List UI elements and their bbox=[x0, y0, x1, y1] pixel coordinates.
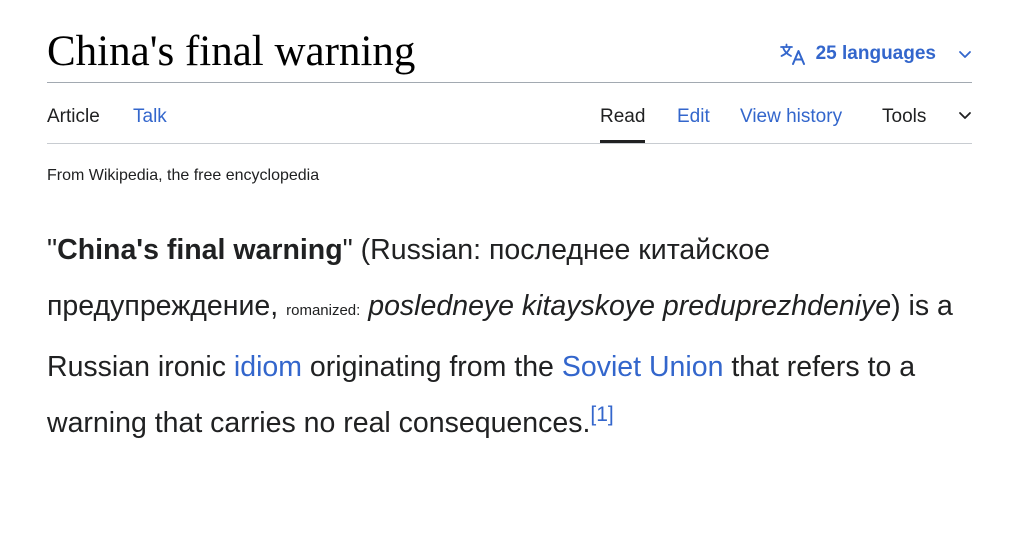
chevron-down-icon bbox=[958, 49, 972, 59]
language-button[interactable]: 25 languages bbox=[779, 40, 972, 68]
lead-paragraph: "China's final warning" (Russian: послед… bbox=[47, 222, 972, 451]
romanization-text: posledneye kitayskoye preduprezhdeniye bbox=[368, 290, 892, 322]
tab-edit[interactable]: Edit bbox=[677, 103, 710, 143]
tab-read[interactable]: Read bbox=[600, 103, 646, 143]
tab-tools[interactable]: Tools bbox=[882, 103, 926, 143]
tab-article[interactable]: Article bbox=[47, 103, 100, 143]
title-bar: China's final warning 25 languages bbox=[47, 22, 972, 83]
romanized-label: romanized: bbox=[286, 302, 361, 319]
soviet-union-link[interactable]: Soviet Union bbox=[562, 351, 724, 383]
idiom-link[interactable]: idiom bbox=[234, 351, 302, 383]
comma-text: , bbox=[270, 290, 287, 322]
article-subject: China's final warning bbox=[57, 234, 343, 266]
reference-1-link[interactable]: [1] bbox=[590, 403, 613, 426]
translate-icon bbox=[779, 43, 806, 65]
language-button-label: 25 languages bbox=[815, 43, 936, 64]
after-subject-text: " (Russian: bbox=[342, 234, 489, 266]
mid-text: originating from the bbox=[302, 351, 562, 383]
page-title: China's final warning bbox=[47, 28, 416, 75]
page-tabs: Article Talk Read Edit View history Tool… bbox=[47, 95, 972, 144]
open-quote: " bbox=[47, 234, 58, 266]
tools-chevron-down-icon[interactable] bbox=[958, 110, 972, 120]
tab-view-history[interactable]: View history bbox=[740, 103, 842, 143]
site-tagline: From Wikipedia, the free encyclopedia bbox=[47, 167, 320, 184]
tab-talk[interactable]: Talk bbox=[133, 103, 167, 143]
